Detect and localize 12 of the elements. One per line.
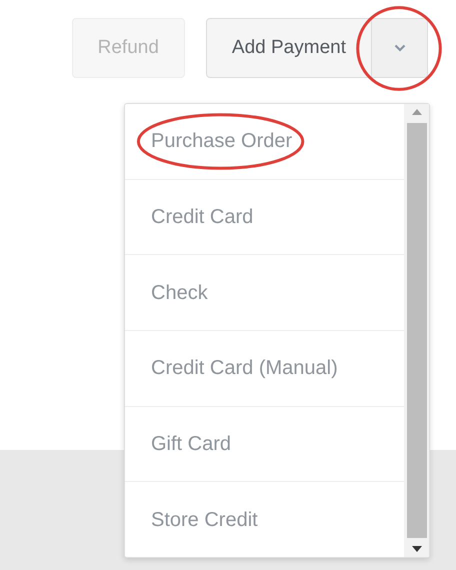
menu-item[interactable]: Store Credit [151,508,258,531]
scroll-up-icon[interactable] [412,109,422,115]
menu-item[interactable]: Credit Card [151,206,254,228]
dropdown-toggle-button[interactable] [372,18,428,78]
scrollbar-thumb[interactable] [406,123,426,538]
scroll-down-icon[interactable] [412,546,422,552]
chevron-down-icon [394,44,406,52]
add-payment-button[interactable]: Add Payment [206,18,372,78]
menu-item[interactable]: Check [151,282,208,304]
menu-item[interactable]: Gift Card [151,433,232,456]
scrollbar[interactable] [404,104,429,557]
menu-item[interactable]: Credit Card (Manual) [151,357,338,380]
